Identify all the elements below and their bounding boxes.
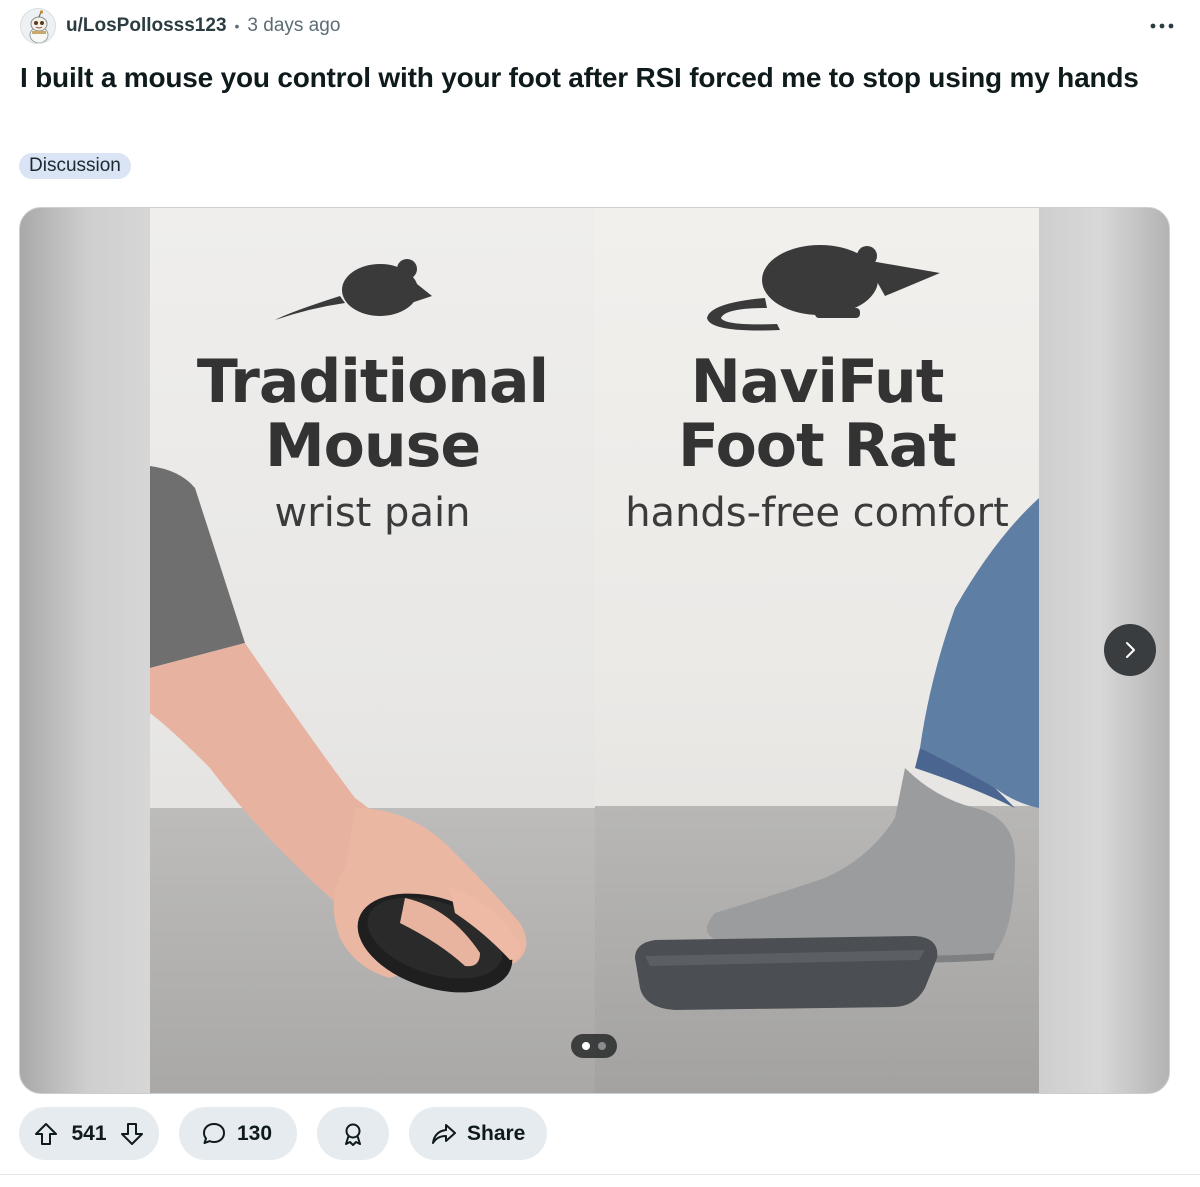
vote-count: 541: [71, 1121, 107, 1145]
media-carousel[interactable]: Traditional Mouse wrist pain NaviFut Foo…: [19, 207, 1170, 1094]
bottom-divider: [0, 1174, 1200, 1175]
share-label: Share: [467, 1121, 526, 1145]
rat-silhouette-icon: [707, 245, 940, 331]
left-subtitle: wrist pain: [274, 490, 471, 536]
post-flair[interactable]: Discussion: [19, 153, 131, 179]
award-button[interactable]: [317, 1107, 389, 1160]
pager-dot[interactable]: [598, 1042, 606, 1050]
arrow-up-icon: [35, 1122, 57, 1145]
vote-group: 541: [19, 1107, 159, 1160]
overflow-menu-button[interactable]: [1144, 12, 1180, 40]
award-ribbon-icon: [340, 1121, 366, 1147]
carousel-pager: [571, 1034, 617, 1058]
right-heading-line1: NaviFut: [690, 347, 945, 417]
share-arrow-icon: [431, 1121, 457, 1147]
post-header: u/LosPollosss123 • 3 days ago: [20, 6, 1180, 46]
chevron-right-icon: [1126, 642, 1135, 658]
meta-separator: •: [234, 18, 240, 34]
right-image-panel: NaviFut Foot Rat hands-free comfort: [595, 208, 1039, 1093]
arrow-down-icon: [120, 1122, 143, 1145]
ellipsis-icon: [1150, 23, 1174, 29]
post-timestamp: 3 days ago: [247, 15, 341, 36]
comments-button[interactable]: 130: [179, 1107, 297, 1160]
left-heading-line1: Traditional: [196, 347, 549, 417]
post-title[interactable]: I built a mouse you control with your fo…: [20, 58, 1140, 97]
snoo-avatar-icon: [21, 9, 55, 43]
downvote-button[interactable]: [119, 1121, 145, 1147]
hand-on-mouse-illustration: [150, 259, 527, 993]
user-avatar[interactable]: [20, 8, 56, 44]
pager-dot-active[interactable]: [582, 1042, 590, 1050]
speech-bubble-icon: [201, 1121, 227, 1147]
share-button[interactable]: Share: [409, 1107, 547, 1160]
right-subtitle: hands-free comfort: [625, 490, 1009, 536]
mouse-silhouette-icon: [275, 259, 432, 320]
carousel-next-button[interactable]: [1104, 624, 1156, 676]
post-author[interactable]: u/LosPollosss123: [66, 15, 227, 37]
upvote-button[interactable]: [33, 1121, 59, 1147]
right-heading-line2: Foot Rat: [678, 411, 957, 481]
left-heading-line2: Mouse: [264, 411, 481, 481]
foot-on-pad-illustration: [635, 245, 1039, 1010]
comment-count: 130: [237, 1121, 273, 1145]
left-image-panel: Traditional Mouse wrist pain: [150, 208, 595, 1093]
